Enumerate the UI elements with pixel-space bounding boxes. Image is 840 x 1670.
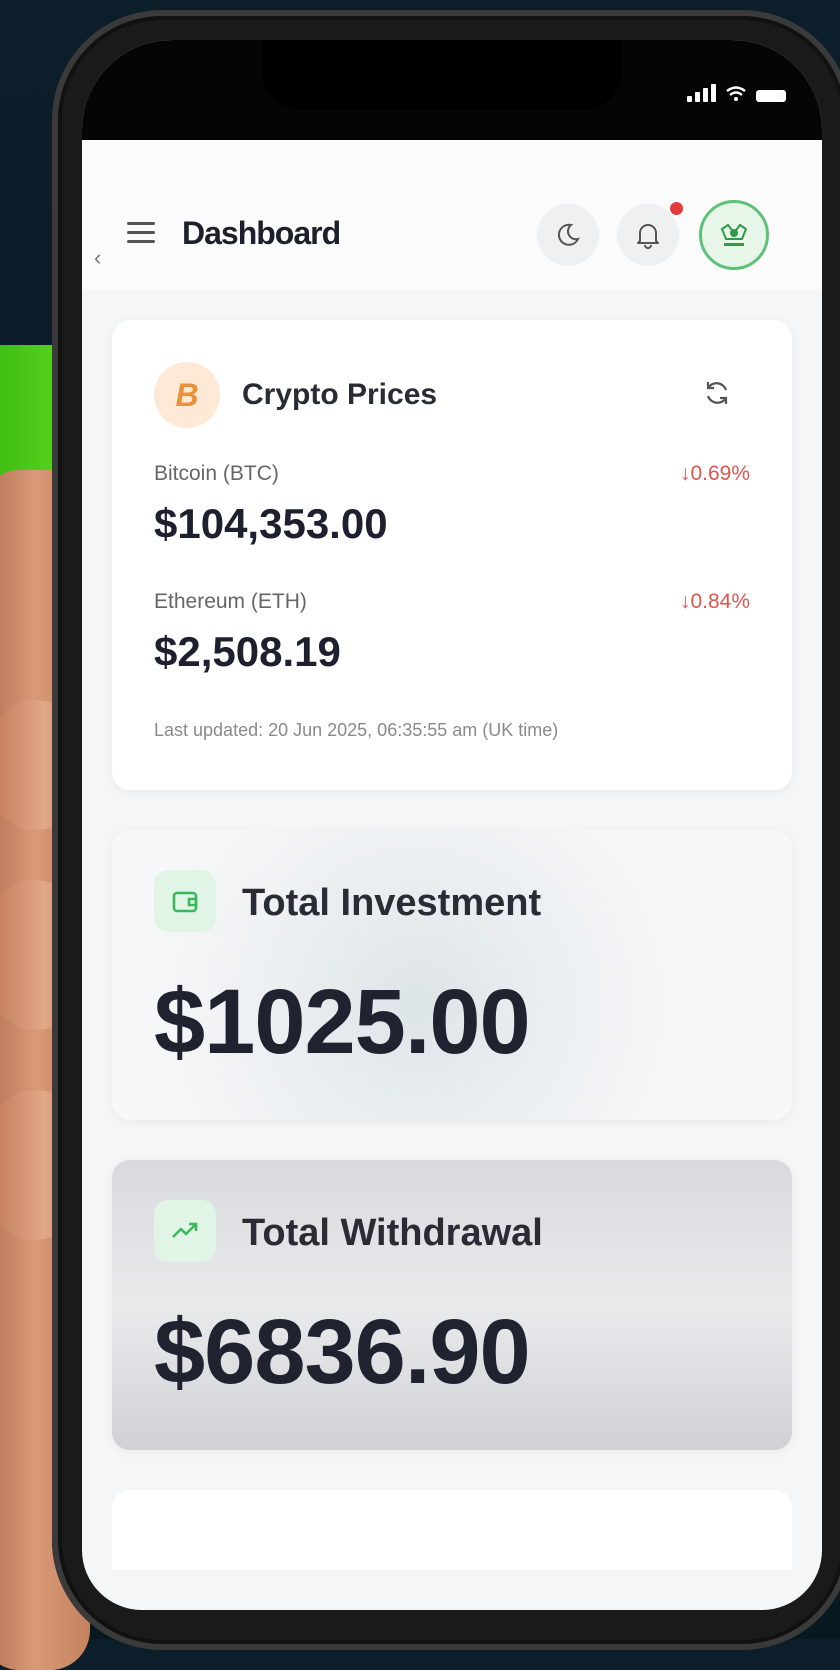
status-bar bbox=[82, 40, 822, 140]
status-icons bbox=[687, 84, 786, 102]
battery-icon bbox=[756, 90, 786, 102]
bitcoin-icon: B bbox=[154, 362, 220, 428]
bell-icon bbox=[637, 224, 659, 249]
wallet-icon bbox=[154, 870, 216, 932]
total-investment-value: $1025.00 bbox=[154, 971, 531, 1073]
wifi-icon bbox=[726, 86, 746, 101]
phone-screen: ‹ Dashboard B Crypto Prices Bitcoin (BTC… bbox=[82, 40, 822, 1610]
crypto-prices-title: Crypto Prices bbox=[242, 378, 438, 411]
avatar[interactable] bbox=[699, 200, 769, 270]
trending-up-icon bbox=[154, 1200, 216, 1262]
notification-dot bbox=[670, 202, 683, 215]
refresh-icon bbox=[706, 382, 728, 404]
total-withdrawal-label: Total Withdrawal bbox=[242, 1212, 543, 1254]
coin-name-btc: Bitcoin (BTC) bbox=[154, 462, 279, 485]
coin-price-eth: $2,508.19 bbox=[154, 628, 341, 675]
total-investment-label: Total Investment bbox=[242, 882, 542, 924]
coin-change-btc: ↓0.69% bbox=[679, 462, 750, 485]
notch bbox=[262, 40, 622, 110]
theme-toggle-button[interactable] bbox=[537, 204, 599, 266]
coin-name-eth: Ethereum (ETH) bbox=[154, 590, 307, 613]
hamburger-menu-icon[interactable] bbox=[127, 222, 155, 249]
logo-icon bbox=[720, 223, 748, 246]
signal-icon bbox=[687, 84, 716, 102]
back-chevron-icon[interactable]: ‹ bbox=[94, 245, 101, 271]
moon-icon bbox=[557, 223, 580, 246]
coin-price-btc: $104,353.00 bbox=[154, 500, 388, 547]
top-bar: ‹ Dashboard bbox=[82, 140, 822, 290]
last-updated-text: Last updated: 20 Jun 2025, 06:35:55 am (… bbox=[154, 720, 559, 740]
coin-change-eth: ↓0.84% bbox=[679, 590, 750, 613]
total-withdrawal-value: $6836.90 bbox=[154, 1301, 531, 1403]
next-card-partial bbox=[112, 1490, 792, 1570]
refresh-button[interactable] bbox=[702, 378, 732, 413]
notifications-button[interactable] bbox=[617, 204, 679, 266]
crypto-prices-card: B Crypto Prices Bitcoin (BTC) ↓0.69% $10… bbox=[112, 320, 792, 790]
page-title: Dashboard bbox=[182, 215, 341, 251]
total-withdrawal-card[interactable]: Total Withdrawal $6836.90 bbox=[112, 1160, 792, 1450]
total-investment-card[interactable]: Total Investment $1025.00 bbox=[112, 830, 792, 1120]
